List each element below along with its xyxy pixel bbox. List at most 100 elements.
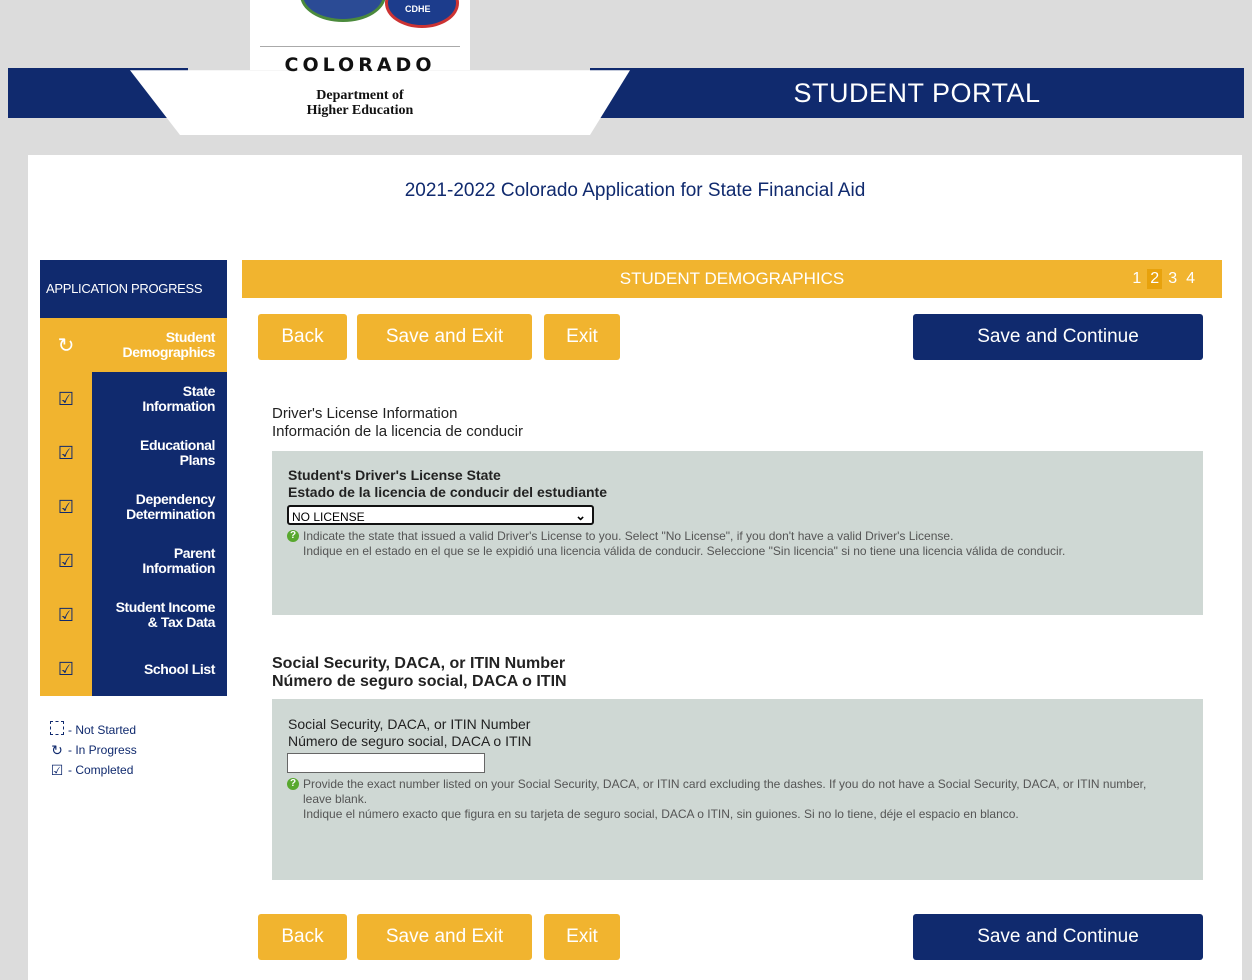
checkbox-checked-icon: ☑ — [40, 372, 92, 426]
label-en: Social Security, DACA, or ITIN Number — [288, 716, 531, 732]
label-line2: Demographics — [122, 344, 216, 360]
sidebar-item-parent-information[interactable]: ☑ Parent Information — [40, 534, 227, 588]
drivers-license-state-select[interactable]: NO LICENSE ⌄ — [287, 505, 594, 525]
section-header: STUDENT DEMOGRAPHICS 1 2 3 4 — [242, 260, 1222, 298]
checkbox-checked-icon: ☑ — [40, 588, 92, 642]
sidebar-item-label: Student Demographics — [92, 318, 227, 372]
checkbox-empty-icon — [50, 720, 64, 740]
label-line2: Information — [142, 398, 215, 414]
label-en: Student's Driver's License State — [288, 467, 501, 483]
label-line2: Information — [142, 560, 215, 576]
checkbox-checked-icon: ☑ — [40, 480, 92, 534]
checkbox-checked-icon: ☑ — [40, 426, 92, 480]
refresh-icon: ↻ — [51, 742, 63, 758]
heading-es: Número de seguro social, DACA o ITIN — [272, 673, 567, 690]
sidebar-item-school-list[interactable]: ☑ School List — [40, 642, 227, 696]
help-icon: ? — [287, 530, 299, 542]
save-and-continue-button[interactable]: Save and Continue — [913, 914, 1203, 960]
application-title: 2021-2022 Colorado Application for State… — [404, 180, 866, 201]
ssn-heading: Social Security, DACA, or ITIN Number Nú… — [272, 655, 567, 691]
sidebar-item-label: Dependency Determination — [92, 480, 227, 534]
legend-label: - Completed — [68, 763, 134, 777]
save-and-exit-button[interactable]: Save and Exit — [357, 914, 532, 960]
help-en: Provide the exact number listed on your … — [303, 777, 1147, 806]
ssn-help: ? Provide the exact number listed on you… — [287, 777, 1167, 822]
label-line1: Educational — [140, 437, 215, 453]
content-card: 2021-2022 Colorado Application for State… — [28, 155, 1242, 980]
label-es: Número de seguro social, DACA o ITIN — [288, 733, 532, 749]
ssn-panel: Social Security, DACA, or ITIN Number Nú… — [272, 699, 1203, 880]
ssn-label: Social Security, DACA, or ITIN Number Nú… — [288, 716, 532, 750]
section-title: STUDENT DEMOGRAPHICS — [619, 269, 845, 288]
drivers-license-help: ? Indicate the state that issued a valid… — [287, 529, 1167, 559]
legend-label: - Not Started — [68, 723, 137, 737]
main-form: STUDENT DEMOGRAPHICS 1 2 3 4 Back Save a… — [242, 260, 1222, 960]
back-button[interactable]: Back — [258, 314, 347, 360]
legend-label: - In Progress — [68, 743, 137, 757]
label-line2: & Tax Data — [147, 614, 216, 630]
select-value: NO LICENSE — [292, 510, 365, 524]
help-icon: ? — [287, 778, 299, 790]
ssn-input[interactable] — [287, 753, 485, 773]
label-line2: Plans — [179, 452, 216, 468]
back-button[interactable]: Back — [258, 914, 347, 960]
checkbox-checked-icon: ☑ — [50, 762, 64, 778]
save-and-exit-button[interactable]: Save and Exit — [357, 314, 532, 360]
label-es: Estado de la licencia de conducir del es… — [288, 484, 607, 500]
sidebar-item-label: School List — [92, 642, 227, 696]
drivers-license-panel: Student's Driver's License State Estado … — [272, 451, 1203, 615]
heading-en: Social Security, DACA, or ITIN Number — [272, 655, 566, 672]
label-line1: School List — [143, 660, 215, 677]
label-line1: Student — [165, 329, 216, 345]
sidebar-item-dependency-determination[interactable]: ☑ Dependency Determination — [40, 480, 227, 534]
logo-department: Department of Higher Education — [250, 88, 470, 118]
exit-button[interactable]: Exit — [544, 314, 620, 360]
page-3-link[interactable]: 3 — [1165, 269, 1180, 289]
site-header: STUDENT PORTAL CDHE COLORADO Department … — [0, 0, 1252, 150]
logo-dept-line2: Higher Education — [306, 103, 414, 118]
page-navigation: 1 2 3 4 — [1129, 269, 1198, 289]
sidebar-item-label: Student Income & Tax Data — [92, 588, 227, 642]
label-line1: State — [182, 383, 216, 399]
label-line1: Parent — [173, 545, 216, 561]
logo-dept-line1: Department of — [316, 88, 404, 103]
label-line1: Dependency — [135, 491, 216, 507]
sidebar-item-educational-plans[interactable]: ☑ Educational Plans — [40, 426, 227, 480]
label-line1: Student Income — [115, 599, 216, 615]
logo-badge-text: CDHE — [405, 4, 431, 14]
logo-divider — [260, 46, 460, 47]
logo-wordmark: COLORADO — [284, 54, 436, 76]
legend-not-started: - Not Started — [50, 720, 137, 740]
chevron-down-icon: ⌄ — [575, 508, 586, 523]
checkbox-checked-icon: ☑ — [40, 534, 92, 588]
heading-es: Información de la licencia de conducir — [272, 423, 523, 440]
top-button-row: Back Save and Exit Exit Save and Continu… — [242, 314, 1222, 360]
drivers-license-heading: Driver's License Information Información… — [272, 405, 523, 441]
help-es: Indique en el estado en el que se le exp… — [303, 544, 1066, 558]
legend-in-progress: ↻ - In Progress — [50, 740, 137, 760]
help-en: Indicate the state that issued a valid D… — [303, 529, 954, 543]
sidebar-item-student-income[interactable]: ☑ Student Income & Tax Data — [40, 588, 227, 642]
page-1-link[interactable]: 1 — [1129, 269, 1144, 289]
sidebar-item-label: Parent Information — [92, 534, 227, 588]
application-progress-sidebar: APPLICATION PROGRESS ↻ Student Demographi… — [40, 260, 227, 696]
legend-completed: ☑ - Completed — [50, 760, 137, 780]
sidebar-item-state-information[interactable]: ☑ State Information — [40, 372, 227, 426]
exit-button[interactable]: Exit — [544, 914, 620, 960]
sidebar-item-label: Educational Plans — [92, 426, 227, 480]
page-4-link[interactable]: 4 — [1183, 269, 1198, 289]
checkbox-checked-icon: ☑ — [40, 642, 92, 696]
progress-heading: APPLICATION PROGRESS — [40, 260, 227, 318]
help-es: Indique el número exacto que figura en s… — [303, 807, 1019, 821]
page-2-current: 2 — [1147, 269, 1163, 289]
heading-en: Driver's License Information — [272, 405, 458, 422]
drivers-license-label: Student's Driver's License State Estado … — [288, 467, 607, 501]
sidebar-item-label: State Information — [92, 372, 227, 426]
refresh-icon: ↻ — [40, 318, 92, 372]
save-and-continue-button[interactable]: Save and Continue — [913, 314, 1203, 360]
portal-title: STUDENT PORTAL — [793, 78, 1041, 108]
status-legend: - Not Started ↻ - In Progress ☑ - Complete… — [50, 720, 137, 780]
sidebar-item-student-demographics[interactable]: ↻ Student Demographics — [40, 318, 227, 372]
bottom-button-row: Back Save and Exit Exit Save and Continu… — [242, 914, 1222, 960]
label-line2: Determination — [126, 506, 215, 522]
